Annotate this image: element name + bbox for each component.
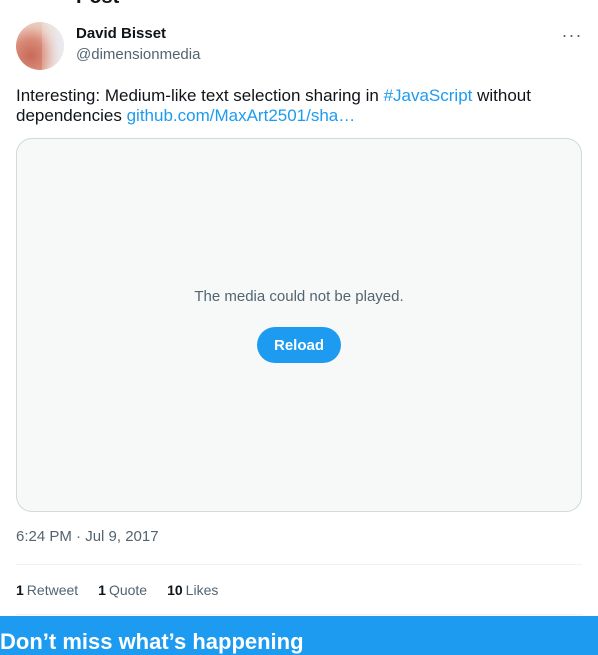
author-handle[interactable]: @dimensionmedia <box>76 46 200 63</box>
url-link[interactable]: github.com/MaxArt2501/sha… <box>127 106 356 125</box>
reload-button[interactable]: Reload <box>257 327 341 363</box>
likes-label: Likes <box>185 582 219 598</box>
engagement-stats: 1 Retweet 1 Quote 10 Likes <box>16 582 238 598</box>
login-banner: Don’t miss what’s happening <box>0 616 598 655</box>
hashtag-link[interactable]: #JavaScript <box>384 86 473 105</box>
likes-count: 10 <box>167 582 183 598</box>
media-error-message: The media could not be played. <box>194 288 404 305</box>
tweet-timestamp[interactable]: 6:24 PM · Jul 9, 2017 <box>16 528 159 545</box>
quotes-count: 1 <box>98 582 106 598</box>
likes-stat[interactable]: 10 Likes <box>167 582 218 598</box>
tweet-text-part: Interesting: Medium-like text selection … <box>16 86 384 105</box>
retweets-stat[interactable]: 1 Retweet <box>16 582 78 598</box>
retweets-label: Retweet <box>26 582 79 598</box>
page-title: Post <box>76 0 119 9</box>
divider <box>16 614 582 615</box>
divider <box>16 564 582 565</box>
avatar-image <box>42 22 64 70</box>
quotes-label: Quote <box>108 582 148 598</box>
banner-title: Don’t miss what’s happening <box>0 629 304 654</box>
quotes-stat[interactable]: 1 Quote <box>98 582 147 598</box>
retweets-count: 1 <box>16 582 24 598</box>
tweet-text: Interesting: Medium-like text selection … <box>16 86 582 126</box>
author-name[interactable]: David Bisset <box>76 25 166 42</box>
media-container: The media could not be played. Reload <box>16 138 582 512</box>
avatar[interactable] <box>16 22 64 70</box>
more-options-icon[interactable]: ··· <box>556 22 588 48</box>
